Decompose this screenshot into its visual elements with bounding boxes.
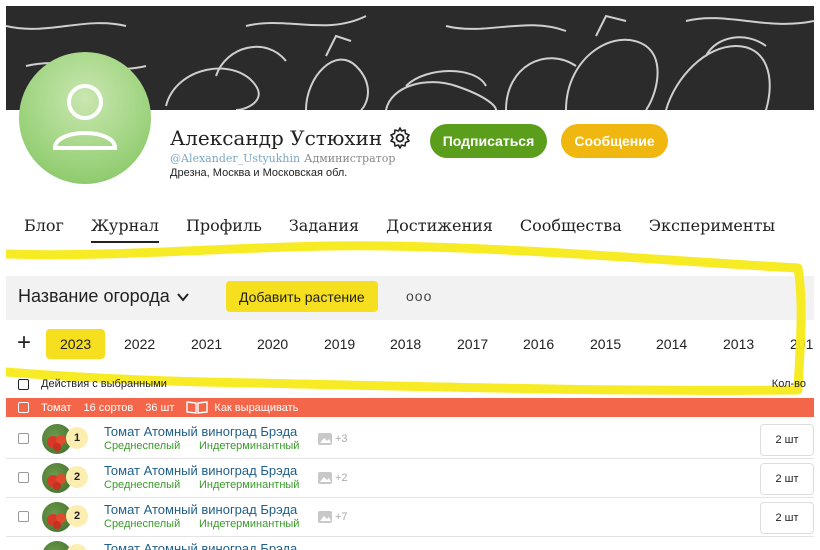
plant-ripening-tag[interactable]: Среднеспелый — [104, 518, 180, 530]
bulk-actions-label: Действия с выбранными — [41, 378, 167, 390]
year-tab-2023[interactable]: 2023 — [46, 329, 106, 359]
select-all-checkbox[interactable] — [18, 378, 29, 390]
plant-growth-tag[interactable]: Индетерминантный — [199, 479, 299, 491]
year-tab-2021[interactable]: 2021 — [191, 336, 222, 352]
year-tab-2017[interactable]: 2017 — [457, 336, 488, 352]
plant-ripening-tag[interactable]: Среднеспелый — [104, 440, 180, 452]
chevron-down-icon — [177, 292, 189, 302]
year-tab-2020[interactable]: 2020 — [257, 336, 288, 352]
year-tab-2014[interactable]: 2014 — [656, 336, 687, 352]
gear-icon[interactable] — [388, 126, 412, 150]
garden-selector[interactable]: Название огорода — [18, 286, 190, 307]
quantity-column-header: Кол-во — [771, 378, 806, 390]
how-to-grow-link[interactable]: Как выращивать — [214, 402, 298, 414]
plant-name-link[interactable]: Томат Атомный виноград Брэда — [104, 502, 297, 517]
more-options-button[interactable]: ooo — [406, 288, 432, 304]
photo-count[interactable]: +2 — [317, 471, 348, 485]
group-name: Томат — [41, 401, 72, 414]
table-row[interactable]: 1 Томат Атомный виноград Брэда Среднеспе… — [6, 420, 814, 459]
row-number-badge: 1 — [66, 427, 88, 449]
group-sorts: 16 сортов — [83, 401, 134, 414]
profile-tabs: Блог Журнал Профиль Задания Достижения С… — [24, 216, 802, 243]
group-checkbox[interactable] — [18, 402, 29, 413]
book-icon — [186, 401, 209, 414]
quantity-field[interactable]: 2 шт — [760, 424, 814, 456]
year-tab-2018[interactable]: 2018 — [390, 336, 421, 352]
year-tab-2016[interactable]: 2016 — [523, 336, 554, 352]
tab-blog[interactable]: Блог — [24, 216, 64, 243]
tab-journal[interactable]: Журнал — [90, 216, 159, 243]
tab-experiments[interactable]: Эксперименты — [649, 216, 775, 243]
table-row[interactable]: 1 Томат Атомный виноград Брэда — [6, 537, 814, 550]
bulk-actions[interactable]: Действия с выбранными — [18, 378, 167, 390]
message-button[interactable]: Сообщение — [561, 124, 668, 158]
garden-toolbar: Название огорода Добавить растение ooo — [6, 276, 814, 320]
tab-achievements[interactable]: Достижения — [386, 216, 493, 243]
plant-group-header: Томат 16 сортов 36 шт Как выращивать — [6, 398, 814, 417]
profile-name: Александр Устюхин — [170, 126, 383, 150]
year-tab-2022[interactable]: 2022 — [124, 336, 155, 352]
quantity-field[interactable]: 2 шт — [760, 502, 814, 534]
photo-count[interactable]: +3 — [317, 432, 348, 446]
year-selector: + 2023 2022 2021 2020 2019 2018 2017 201… — [6, 324, 814, 366]
year-tab-2019[interactable]: 2019 — [324, 336, 355, 352]
row-checkbox[interactable] — [18, 433, 29, 444]
image-icon — [318, 433, 332, 445]
image-icon — [318, 472, 332, 484]
tab-profile[interactable]: Профиль — [186, 216, 262, 243]
row-number-badge: 2 — [66, 505, 88, 527]
year-tab-2013[interactable]: 2013 — [723, 336, 754, 352]
plant-growth-tag[interactable]: Индетерминантный — [199, 518, 299, 530]
photo-count[interactable]: +7 — [317, 510, 348, 524]
table-row[interactable]: 2 Томат Атомный виноград Брэда Среднеспе… — [6, 498, 814, 537]
profile-role: Администратор — [304, 152, 396, 165]
user-silhouette-icon — [52, 84, 118, 150]
garden-title: Название огорода — [18, 286, 170, 306]
plant-growth-tag[interactable]: Индетерминантный — [199, 440, 299, 452]
app-frame: Александр Устюхин Подписаться Сообщение … — [6, 6, 814, 550]
subscribe-button[interactable]: Подписаться — [430, 124, 547, 158]
row-number-badge: 1 — [66, 544, 88, 550]
group-count: 36 шт — [145, 401, 175, 414]
plant-ripening-tag[interactable]: Среднеспелый — [104, 479, 180, 491]
plant-name-link[interactable]: Томат Атомный виноград Брэда — [104, 541, 297, 550]
row-number-badge: 2 — [66, 466, 88, 488]
year-tab-2015[interactable]: 2015 — [590, 336, 621, 352]
profile-location: Дрезна, Москва и Московская обл. — [170, 167, 348, 179]
year-tab-201x[interactable]: 201 — [790, 336, 813, 352]
tab-communities[interactable]: Сообщества — [520, 216, 622, 243]
profile-name-row: Александр Устюхин — [170, 126, 412, 150]
quantity-field[interactable]: 2 шт — [760, 463, 814, 495]
plus-icon[interactable]: + — [17, 331, 31, 355]
add-plant-button[interactable]: Добавить растение — [226, 281, 378, 312]
avatar[interactable] — [19, 52, 151, 184]
profile-handle-row: @Alexander_Ustyukhin Администратор — [170, 152, 395, 165]
plant-name-link[interactable]: Томат Атомный виноград Брэда — [104, 463, 297, 478]
row-checkbox[interactable] — [18, 472, 29, 483]
row-checkbox[interactable] — [18, 511, 29, 522]
image-icon — [318, 511, 332, 523]
profile-handle[interactable]: @Alexander_Ustyukhin — [170, 152, 300, 165]
tab-tasks[interactable]: Задания — [289, 216, 359, 243]
table-row[interactable]: 2 Томат Атомный виноград Брэда Среднеспе… — [6, 459, 814, 498]
plant-name-link[interactable]: Томат Атомный виноград Брэда — [104, 424, 297, 439]
